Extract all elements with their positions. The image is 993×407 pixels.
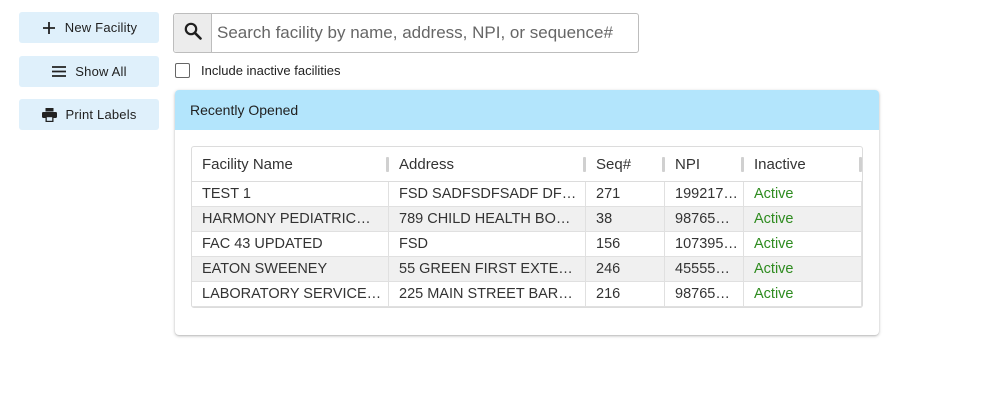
- cell-status: Active: [744, 207, 862, 231]
- include-inactive-row: Include inactive facilities: [175, 63, 340, 78]
- table-row[interactable]: HARMONY PEDIATRIC… 789 CHILD HEALTH BO… …: [192, 207, 862, 232]
- plus-icon: [41, 20, 57, 36]
- cell-npi: 98765…: [665, 207, 744, 231]
- cell-address: 789 CHILD HEALTH BO…: [389, 207, 586, 231]
- cell-status: Active: [744, 232, 862, 256]
- cell-address: 225 MAIN STREET BAR…: [389, 282, 586, 306]
- cell-seq: 271: [586, 182, 665, 206]
- cell-address: 55 GREEN FIRST EXTE…: [389, 257, 586, 281]
- show-all-label: Show All: [75, 64, 127, 79]
- new-facility-label: New Facility: [64, 20, 138, 35]
- cell-seq: 38: [586, 207, 665, 231]
- cell-npi: 98765…: [665, 282, 744, 306]
- cell-facility-name: HARMONY PEDIATRIC…: [192, 207, 389, 231]
- print-labels-label: Print Labels: [65, 107, 137, 122]
- cell-seq: 246: [586, 257, 665, 281]
- printer-icon: [41, 107, 57, 123]
- cell-npi: 107395…: [665, 232, 744, 256]
- search-input[interactable]: [212, 14, 638, 52]
- include-inactive-checkbox[interactable]: [175, 63, 190, 78]
- column-header-inactive[interactable]: Inactive: [744, 147, 862, 181]
- search-box: [173, 13, 639, 53]
- panel-title: Recently Opened: [190, 102, 299, 118]
- table-row[interactable]: FAC 43 UPDATED FSD 156 107395… Active: [192, 232, 862, 257]
- include-inactive-label: Include inactive facilities: [201, 63, 341, 78]
- recently-opened-panel: Recently Opened Facility Name Address Se…: [175, 90, 879, 335]
- column-header-npi[interactable]: NPI: [665, 147, 744, 181]
- cell-seq: 156: [586, 232, 665, 256]
- table-row[interactable]: EATON SWEENEY 55 GREEN FIRST EXTE… 246 4…: [192, 257, 862, 282]
- cell-status: Active: [744, 182, 862, 206]
- cell-status: Active: [744, 282, 862, 306]
- table-body: TEST 1 FSD SADFSDFSADF DF… 271 199217… A…: [192, 182, 862, 307]
- cell-seq: 216: [586, 282, 665, 306]
- facility-table: Facility Name Address Seq# NPI Inactive …: [191, 146, 863, 308]
- cell-address: FSD: [389, 232, 586, 256]
- cell-facility-name: TEST 1: [192, 182, 389, 206]
- column-header-facility-name[interactable]: Facility Name: [192, 147, 389, 181]
- panel-header: Recently Opened: [175, 90, 879, 130]
- cell-npi: 199217…: [665, 182, 744, 206]
- search-button[interactable]: [174, 14, 212, 52]
- list-icon: [51, 64, 67, 80]
- print-labels-button[interactable]: Print Labels: [19, 99, 159, 130]
- column-header-seq[interactable]: Seq#: [586, 147, 665, 181]
- cell-address: FSD SADFSDFSADF DF…: [389, 182, 586, 206]
- cell-facility-name: FAC 43 UPDATED: [192, 232, 389, 256]
- cell-facility-name: LABORATORY SERVICE…: [192, 282, 389, 306]
- table-header: Facility Name Address Seq# NPI Inactive: [192, 147, 862, 182]
- new-facility-button[interactable]: New Facility: [19, 12, 159, 43]
- column-resize-handle[interactable]: [859, 157, 862, 172]
- cell-npi: 45555…: [665, 257, 744, 281]
- column-header-address[interactable]: Address: [389, 147, 586, 181]
- cell-facility-name: EATON SWEENEY: [192, 257, 389, 281]
- cell-status: Active: [744, 257, 862, 281]
- table-row[interactable]: LABORATORY SERVICE… 225 MAIN STREET BAR……: [192, 282, 862, 307]
- table-row[interactable]: TEST 1 FSD SADFSDFSADF DF… 271 199217… A…: [192, 182, 862, 207]
- show-all-button[interactable]: Show All: [19, 56, 159, 87]
- search-icon: [184, 22, 202, 45]
